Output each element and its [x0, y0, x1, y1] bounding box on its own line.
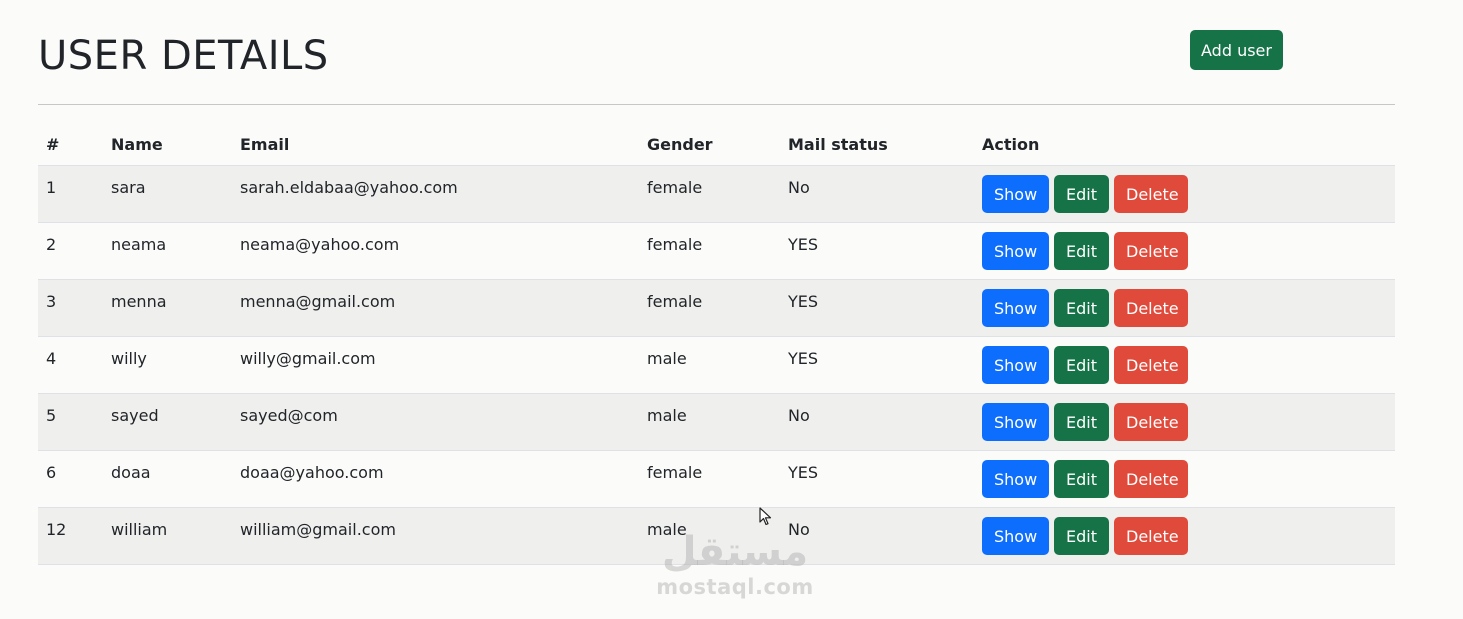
row-actions: Show Edit Delete: [982, 346, 1188, 384]
cell-id: 1: [46, 178, 57, 197]
cell-email: menna@gmail.com: [240, 292, 396, 311]
edit-button[interactable]: Edit: [1054, 289, 1109, 327]
add-user-button[interactable]: Add user: [1190, 30, 1283, 70]
show-button[interactable]: Show: [982, 232, 1049, 270]
cell-id: 12: [46, 520, 67, 539]
cell-gender: male: [647, 349, 687, 368]
cell-name: sayed: [111, 406, 159, 425]
cell-mail-status: No: [788, 178, 810, 197]
row-actions: Show Edit Delete: [982, 517, 1188, 555]
row-actions: Show Edit Delete: [982, 232, 1188, 270]
edit-button[interactable]: Edit: [1054, 346, 1109, 384]
delete-button[interactable]: Delete: [1114, 232, 1188, 270]
edit-button[interactable]: Edit: [1054, 517, 1109, 555]
delete-button[interactable]: Delete: [1114, 460, 1188, 498]
cell-id: 3: [46, 292, 57, 311]
cell-gender: female: [647, 235, 703, 254]
column-header-name: Name: [111, 135, 163, 154]
column-header-action: Action: [982, 135, 1040, 154]
table-row: 4 willy willy@gmail.com male YES Show Ed…: [38, 337, 1395, 394]
watermark-arabic: مستقل: [661, 529, 809, 575]
edit-button[interactable]: Edit: [1054, 403, 1109, 441]
cell-gender: male: [647, 406, 687, 425]
delete-button[interactable]: Delete: [1114, 517, 1188, 555]
cell-gender: female: [647, 178, 703, 197]
table-row: 6 doaa doaa@yahoo.com female YES Show Ed…: [38, 451, 1395, 508]
cell-mail-status: YES: [788, 463, 819, 482]
delete-button[interactable]: Delete: [1114, 346, 1188, 384]
cell-email: neama@yahoo.com: [240, 235, 400, 254]
table-row: 5 sayed sayed@com male No Show Edit Dele…: [38, 394, 1395, 451]
table-row: 1 sara sarah.eldabaa@yahoo.com female No…: [38, 166, 1395, 223]
cell-mail-status: YES: [788, 349, 819, 368]
cell-name: sara: [111, 178, 146, 197]
column-header-id: #: [46, 135, 60, 154]
delete-button[interactable]: Delete: [1114, 403, 1188, 441]
column-header-email: Email: [240, 135, 290, 154]
cell-name: neama: [111, 235, 167, 254]
cell-email: sarah.eldabaa@yahoo.com: [240, 178, 458, 197]
row-actions: Show Edit Delete: [982, 175, 1188, 213]
cell-name: doaa: [111, 463, 151, 482]
cell-id: 2: [46, 235, 57, 254]
cell-name: william: [111, 520, 168, 539]
users-table: # Name Email Gender Mail status Action 1…: [38, 126, 1395, 565]
mouse-pointer-icon: [759, 507, 772, 526]
table-row: 3 menna menna@gmail.com female YES Show …: [38, 280, 1395, 337]
row-actions: Show Edit Delete: [982, 403, 1188, 441]
cell-id: 5: [46, 406, 57, 425]
show-button[interactable]: Show: [982, 517, 1049, 555]
cell-email: doaa@yahoo.com: [240, 463, 384, 482]
cell-email: william@gmail.com: [240, 520, 396, 539]
cell-id: 4: [46, 349, 57, 368]
show-button[interactable]: Show: [982, 346, 1049, 384]
cell-gender: female: [647, 292, 703, 311]
edit-button[interactable]: Edit: [1054, 460, 1109, 498]
edit-button[interactable]: Edit: [1054, 232, 1109, 270]
page-title: USER DETAILS: [38, 33, 329, 79]
divider: [38, 104, 1395, 105]
cell-mail-status: YES: [788, 292, 819, 311]
edit-button[interactable]: Edit: [1054, 175, 1109, 213]
row-actions: Show Edit Delete: [982, 289, 1188, 327]
row-actions: Show Edit Delete: [982, 460, 1188, 498]
delete-button[interactable]: Delete: [1114, 175, 1188, 213]
cell-mail-status: YES: [788, 235, 819, 254]
column-header-gender: Gender: [647, 135, 713, 154]
cell-mail-status: No: [788, 406, 810, 425]
watermark-latin: mostaql.com: [656, 575, 814, 599]
show-button[interactable]: Show: [982, 403, 1049, 441]
user-details-page: USER DETAILS Add user # Name Email Gende…: [0, 0, 1463, 619]
cell-name: willy: [111, 349, 147, 368]
table-header-row: # Name Email Gender Mail status Action: [38, 126, 1395, 166]
cell-email: sayed@com: [240, 406, 338, 425]
cell-name: menna: [111, 292, 167, 311]
cell-email: willy@gmail.com: [240, 349, 376, 368]
cell-gender: female: [647, 463, 703, 482]
show-button[interactable]: Show: [982, 460, 1049, 498]
cell-id: 6: [46, 463, 57, 482]
table-row: 2 neama neama@yahoo.com female YES Show …: [38, 223, 1395, 280]
delete-button[interactable]: Delete: [1114, 289, 1188, 327]
show-button[interactable]: Show: [982, 175, 1049, 213]
show-button[interactable]: Show: [982, 289, 1049, 327]
watermark: مستقل mostaql.com: [650, 528, 820, 598]
column-header-mail-status: Mail status: [788, 135, 888, 154]
